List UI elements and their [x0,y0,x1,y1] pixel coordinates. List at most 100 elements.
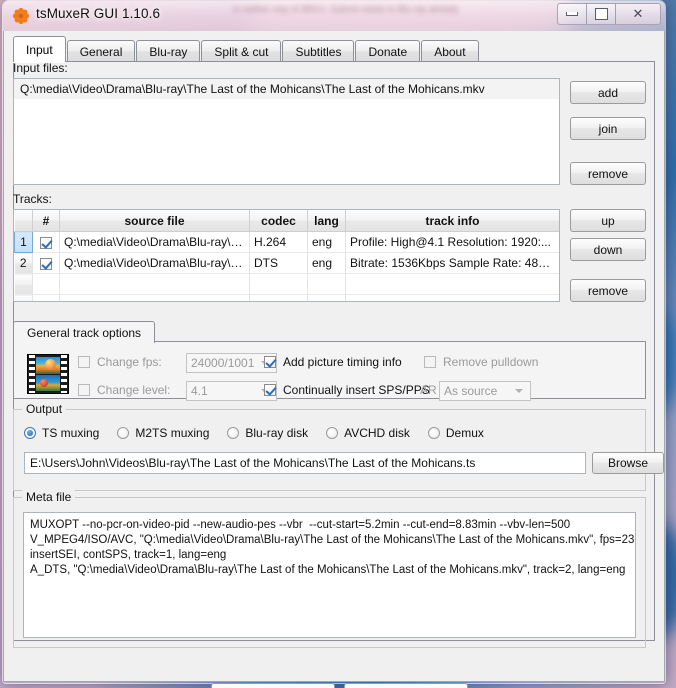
checkbox-icon [424,356,436,368]
radio-demux[interactable]: Demux [427,426,484,440]
row-header [14,294,33,301]
minimize-button[interactable] [557,3,587,25]
window-titlebar[interactable]: in neither way of 98%'s. Submit needs to… [3,1,665,31]
table-header-row: # source file codec lang track info [14,210,559,232]
row-header[interactable]: 2 [14,252,33,274]
window-title: tsMuxeR GUI 1.10.6 [36,6,161,21]
column-header-codec[interactable]: codec [249,210,308,232]
remove-track-button[interactable]: remove [570,279,646,302]
change-fps-option[interactable]: Change fps: [78,355,162,369]
tab-donate[interactable]: Donate [355,40,421,62]
column-header-source-file[interactable]: source file [59,210,250,232]
column-header-number[interactable]: # [32,210,60,232]
radio-ts-muxing[interactable]: TS muxing [24,426,99,440]
table-row[interactable]: 1 Q:\media\Video\Drama\Blu-ray\T... H.26… [14,231,559,253]
input-files-list[interactable]: Q:\media\Video\Drama\Blu-ray\The Last of… [13,78,560,185]
close-icon: ✕ [632,6,644,22]
radio-blu-ray-disk[interactable]: Blu-ray disk [227,426,308,440]
meta-file-textarea[interactable]: MUXOPT --no-pcr-on-video-pid --new-audio… [23,512,636,638]
tab-about[interactable]: About [421,40,479,62]
tracks-label: Tracks: [13,192,52,206]
empty-cell [345,273,559,295]
join-input-files-button[interactable]: join [570,117,646,140]
ar-label: AR [420,383,437,397]
radio-label: Demux [445,426,484,440]
tab-blu-ray[interactable]: Blu-ray [136,40,201,62]
table-row-empty [14,273,559,295]
meta-file-legend: Meta file [22,490,76,504]
restore-icon [594,8,608,20]
radio-m2ts-muxing[interactable]: M2TS muxing [117,426,209,440]
browse-button[interactable]: Browse [592,452,664,474]
checkbox-icon[interactable] [264,384,276,396]
track-enabled-checkbox-cell[interactable] [32,231,60,253]
tab-label: General [79,44,123,59]
cell-codec: DTS [249,252,308,274]
tab-split-cut[interactable]: Split & cut [201,40,282,62]
empty-cell [249,294,308,301]
output-path-input[interactable]: E:\Users\John\Videos\Blu-ray\The Last of… [24,452,586,474]
general-track-options-panel: General track options Change fps: 24000/… [13,321,646,401]
cell-track-info: Profile: High@4.1 Resolution: 1920:... [345,231,559,253]
checkbox-icon[interactable] [78,356,90,368]
tab-label: Split & cut [214,44,269,59]
radio-label: AVCHD disk [344,426,410,440]
column-header-lang[interactable]: lang [307,210,346,232]
row-header[interactable]: 1 [14,231,33,253]
balloon-shape [45,359,56,370]
restore-button[interactable] [586,3,616,25]
table-row[interactable]: 2 Q:\media\Video\Drama\Blu-ray\T... DTS … [14,252,559,274]
checkbox-icon[interactable] [264,356,276,368]
tab-input[interactable]: Input [13,36,66,62]
checkbox-icon[interactable] [40,257,52,270]
add-input-file-button[interactable]: add [570,81,646,104]
ar-combo: As source [439,381,531,401]
radio-label: M2TS muxing [135,426,210,440]
ar-label-wrap: AR [420,383,437,397]
checkbox-icon[interactable] [40,236,52,249]
change-level-value: 4.1 [191,384,208,398]
move-track-up-button[interactable]: up [570,209,646,232]
continually-insert-sps-option[interactable]: Continually insert SPS/PPS [264,383,430,397]
cell-source-file: Q:\media\Video\Drama\Blu-ray\T... [59,252,250,274]
radio-icon[interactable] [227,427,240,439]
output-group: Output TS muxing M2TS muxing Blu-ray dis… [13,402,664,491]
add-picture-timing-option[interactable]: Add picture timing info [264,355,402,369]
radio-icon[interactable] [326,427,339,439]
track-enabled-checkbox-cell[interactable] [32,252,60,274]
film-strip-icon [27,354,69,394]
tsmuxer-app-icon [12,7,30,25]
cell-lang: eng [307,252,346,274]
save-meta-file-button[interactable]: Save meta file [344,683,468,688]
change-fps-label: Change fps: [97,355,162,369]
checkbox-icon[interactable] [78,384,90,396]
radio-avchd-disk[interactable]: AVCHD disk [326,426,410,440]
column-header-track-info[interactable]: track info [345,210,559,232]
general-track-options-body: Change fps: 24000/1001 Add picture timin… [13,341,646,401]
close-button[interactable]: ✕ [615,3,661,25]
film-frame [36,374,60,391]
radio-icon[interactable] [24,427,36,439]
change-level-option[interactable]: Change level: [78,383,170,397]
remove-input-file-button[interactable]: remove [570,162,646,185]
radio-icon[interactable] [427,427,440,439]
remove-pulldown-label: Remove pulldown [443,355,539,369]
input-files-label: Input files: [13,61,68,75]
empty-cell [59,273,250,295]
empty-cell [59,294,250,301]
film-frames [36,357,60,391]
move-track-down-button[interactable]: down [570,238,646,261]
tab-general-track-options[interactable]: General track options [13,321,156,343]
table-corner-header [14,210,33,232]
start-muxing-button[interactable]: Start muxing [211,683,335,688]
tracks-table[interactable]: # source file codec lang track info 1 Q:… [13,209,560,302]
output-legend: Output [22,402,67,416]
tab-general[interactable]: General [66,40,136,62]
window-client-area: Input General Blu-ray Split & cut Subtit… [3,31,665,688]
radio-icon[interactable] [117,427,130,439]
list-item[interactable]: Q:\media\Video\Drama\Blu-ray\The Last of… [14,79,559,99]
remove-pulldown-option: Remove pulldown [424,355,538,369]
tab-label: Subtitles [295,44,342,59]
cell-track-info: Bitrate: 1536Kbps Sample Rate: 48K... [345,252,559,274]
tab-subtitles[interactable]: Subtitles [282,40,355,62]
